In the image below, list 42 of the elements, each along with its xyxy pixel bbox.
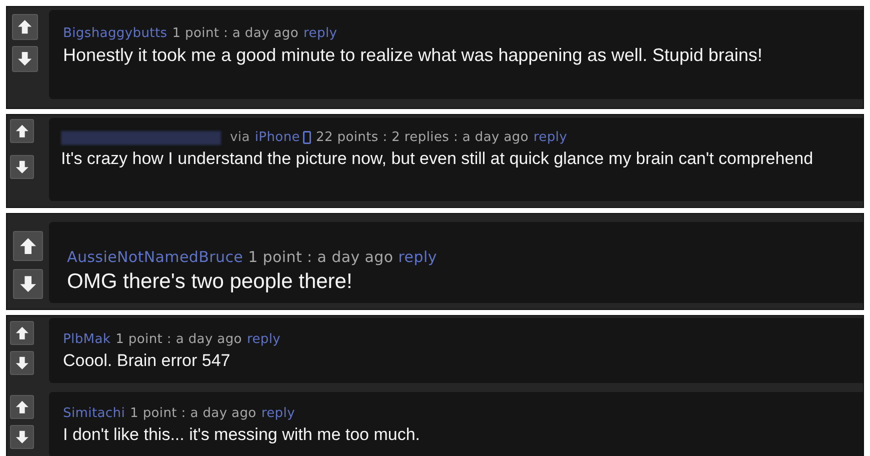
- comment-text: OMG there's two people there!: [67, 268, 354, 294]
- down-arrow-icon: [14, 160, 30, 174]
- downvote-button[interactable]: [10, 155, 34, 179]
- reply-link[interactable]: reply: [261, 404, 295, 424]
- up-arrow-icon: [14, 400, 30, 414]
- upvote-button[interactable]: [10, 321, 34, 345]
- downvote-button[interactable]: [12, 46, 38, 72]
- via-label: via: [230, 129, 250, 147]
- down-arrow-icon: [18, 274, 38, 294]
- comment-meta: 1 point : a day ago: [130, 405, 256, 423]
- comment-text: It's crazy how I understand the picture now, but even still at quick glance my brain can't comprehend: [61, 148, 814, 168]
- down-arrow-icon: [14, 356, 30, 370]
- username-link[interactable]: Simitachi: [63, 404, 126, 424]
- up-arrow-icon: [14, 326, 30, 340]
- upvote-button[interactable]: [10, 395, 34, 419]
- username-link[interactable]: AussieNotNamedBruce: [67, 246, 244, 268]
- down-arrow-icon: [17, 51, 33, 67]
- reply-link[interactable]: reply: [246, 330, 281, 350]
- comment-text: I don't like this... it's messing with me too much.: [63, 424, 422, 444]
- downvote-button[interactable]: [13, 269, 43, 299]
- upvote-button[interactable]: [13, 231, 43, 261]
- comment-text: Honestly it took me a good minute to realize what was happening as well. Stupid brains!: [63, 44, 764, 66]
- phone-icon: [302, 131, 311, 144]
- reply-link[interactable]: reply: [533, 128, 568, 148]
- reply-link[interactable]: reply: [398, 246, 437, 268]
- comment-meta: 1 point : a day ago: [116, 331, 242, 349]
- downvote-button[interactable]: [10, 425, 34, 449]
- comment-text: Coool. Brain error 547: [63, 350, 232, 370]
- down-arrow-icon: [14, 430, 30, 444]
- comment-meta: 22 points : 2 replies : a day ago: [316, 129, 528, 147]
- device-link[interactable]: iPhone: [254, 128, 300, 148]
- up-arrow-icon: [17, 19, 33, 35]
- comment-meta: 1 point : a day ago: [248, 247, 394, 268]
- comment-meta: 1 point : a day ago: [172, 25, 299, 43]
- downvote-button[interactable]: [10, 351, 34, 375]
- username-link[interactable]: Bigshaggybutts: [63, 24, 168, 44]
- upvote-button[interactable]: [12, 14, 38, 40]
- up-arrow-icon: [14, 124, 30, 138]
- upvote-button[interactable]: [10, 119, 34, 143]
- username-link[interactable]: PlbMak: [63, 330, 111, 350]
- up-arrow-icon: [18, 236, 38, 256]
- reply-link[interactable]: reply: [304, 24, 338, 44]
